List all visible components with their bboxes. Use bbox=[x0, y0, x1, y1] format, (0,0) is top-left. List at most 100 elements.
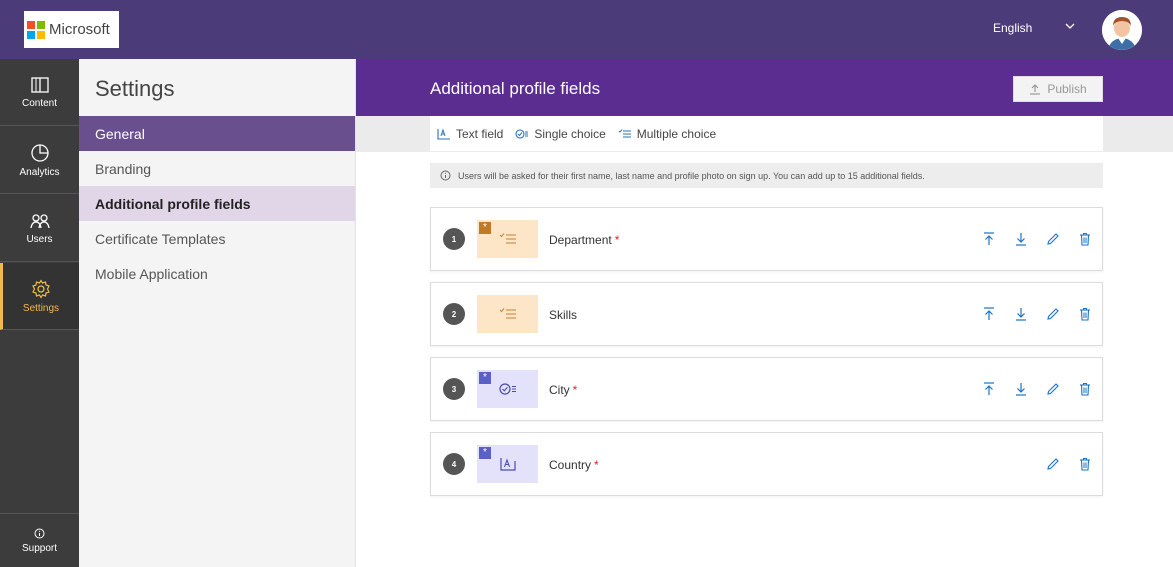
trash-icon bbox=[1080, 233, 1090, 246]
trash-icon bbox=[1080, 383, 1090, 396]
nav-item-label: Settings bbox=[22, 302, 60, 314]
publish-button[interactable]: Publish bbox=[1013, 76, 1103, 102]
pencil-icon bbox=[1047, 308, 1059, 320]
field-label: Department * bbox=[549, 233, 619, 247]
delete-button[interactable] bbox=[1077, 306, 1093, 322]
nav-item-label: Users bbox=[26, 233, 53, 245]
move-down-button[interactable] bbox=[1013, 381, 1029, 397]
top-bar: Microsoft English bbox=[0, 0, 1173, 59]
gear-icon bbox=[32, 278, 50, 299]
single-choice-label: Single choice bbox=[534, 126, 606, 141]
info-banner: Users will be asked for their first name… bbox=[430, 163, 1103, 188]
settings-item-additional-profile-fields[interactable]: Additional profile fields bbox=[79, 186, 355, 221]
field-number: 3 bbox=[443, 378, 465, 400]
move-top-icon bbox=[984, 307, 994, 320]
publish-label: Publish bbox=[1047, 82, 1087, 96]
pencil-icon bbox=[1047, 458, 1059, 470]
multiple-choice-icon bbox=[499, 233, 516, 244]
logo-text: Microsoft bbox=[49, 21, 110, 38]
multiple-choice-icon bbox=[618, 128, 631, 137]
settings-item-certificate-templates[interactable]: Certificate Templates bbox=[79, 221, 355, 256]
chevron-down-icon[interactable] bbox=[1064, 20, 1076, 35]
move-top-button[interactable] bbox=[981, 306, 997, 322]
move-top-icon bbox=[984, 382, 994, 395]
edit-button[interactable] bbox=[1045, 231, 1061, 247]
nav-item-analytics[interactable]: Analytics bbox=[0, 127, 79, 194]
edit-button[interactable] bbox=[1045, 306, 1061, 322]
field-name: Department bbox=[549, 233, 612, 247]
add-multiple-choice-button[interactable]: Multiple choice bbox=[618, 127, 716, 141]
settings-item-mobile-application[interactable]: Mobile Application bbox=[79, 256, 355, 291]
language-selector[interactable]: English bbox=[993, 21, 1032, 35]
field-label: Country * bbox=[549, 458, 599, 472]
text-field-label: Text field bbox=[456, 126, 504, 141]
required-marker: * bbox=[594, 458, 599, 472]
field-number: 1 bbox=[443, 228, 465, 250]
users-icon bbox=[29, 213, 50, 228]
delete-button[interactable] bbox=[1077, 381, 1093, 397]
info-text: Users will be asked for their first name… bbox=[458, 170, 925, 181]
settings-title: Settings bbox=[95, 76, 175, 101]
info-icon bbox=[440, 170, 451, 181]
field-label: City * bbox=[549, 383, 577, 397]
single-choice-icon bbox=[498, 383, 516, 395]
delete-button[interactable] bbox=[1077, 456, 1093, 472]
profile-field-card[interactable]: 4 * Country * bbox=[430, 432, 1103, 496]
edit-button[interactable] bbox=[1045, 381, 1061, 397]
microsoft-logo[interactable]: Microsoft bbox=[24, 11, 119, 48]
profile-field-card[interactable]: 1 * Department * bbox=[430, 207, 1103, 271]
page-title: Additional profile fields bbox=[430, 79, 601, 98]
nav-item-label: Content bbox=[21, 97, 58, 109]
move-down-icon bbox=[1016, 383, 1026, 396]
multiple-choice-label: Multiple choice bbox=[636, 126, 717, 141]
move-down-button[interactable] bbox=[1013, 306, 1029, 322]
pie-chart-icon bbox=[30, 143, 49, 162]
move-down-icon bbox=[1016, 308, 1026, 321]
trash-icon bbox=[1080, 458, 1090, 471]
upload-icon bbox=[1030, 84, 1041, 95]
required-star-icon: * bbox=[479, 372, 491, 384]
text-field-icon bbox=[499, 458, 516, 471]
info-icon bbox=[34, 528, 45, 538]
move-down-icon bbox=[1016, 233, 1026, 246]
nav-item-settings[interactable]: Settings bbox=[0, 263, 79, 330]
add-single-choice-button[interactable]: Single choice bbox=[515, 126, 606, 141]
move-down-button[interactable] bbox=[1013, 231, 1029, 247]
support-label: Support bbox=[21, 542, 58, 554]
settings-item-branding[interactable]: Branding bbox=[79, 151, 355, 186]
settings-panel: Settings General Branding Additional pro… bbox=[79, 59, 356, 567]
field-number: 4 bbox=[443, 453, 465, 475]
settings-item-general[interactable]: General bbox=[79, 116, 355, 151]
microsoft-logo-icon bbox=[27, 20, 45, 39]
book-icon bbox=[30, 76, 49, 93]
user-avatar[interactable] bbox=[1102, 10, 1142, 50]
field-type-tile: * bbox=[477, 445, 538, 483]
move-top-button[interactable] bbox=[981, 381, 997, 397]
field-name: City bbox=[549, 383, 570, 397]
profile-field-card[interactable]: 2 Skills bbox=[430, 282, 1103, 346]
edit-button[interactable] bbox=[1045, 456, 1061, 472]
required-marker: * bbox=[572, 383, 578, 397]
nav-item-content[interactable]: Content bbox=[0, 59, 79, 126]
pencil-icon bbox=[1047, 383, 1059, 395]
nav-item-users[interactable]: Users bbox=[0, 195, 79, 262]
profile-field-card[interactable]: 3 * City * bbox=[430, 357, 1103, 421]
left-nav: Content Analytics Users Settings Support bbox=[0, 59, 79, 567]
delete-button[interactable] bbox=[1077, 231, 1093, 247]
field-name: Skills bbox=[549, 308, 578, 322]
required-marker: * bbox=[614, 233, 620, 247]
main-header: Additional profile fields Publish bbox=[356, 59, 1173, 116]
field-type-toolbar: Text field Single choice Multiple choice bbox=[430, 116, 1103, 151]
move-top-button[interactable] bbox=[981, 231, 997, 247]
single-choice-icon bbox=[515, 128, 529, 139]
required-star-icon: * bbox=[479, 222, 491, 234]
move-top-icon bbox=[984, 232, 994, 245]
pencil-icon bbox=[1047, 233, 1059, 245]
field-name: Country bbox=[549, 458, 592, 472]
text-field-icon bbox=[437, 127, 450, 140]
field-label: Skills bbox=[549, 308, 580, 322]
add-text-field-button[interactable]: Text field bbox=[437, 127, 503, 141]
field-number: 2 bbox=[443, 303, 465, 325]
nav-support[interactable]: Support bbox=[0, 513, 79, 567]
trash-icon bbox=[1080, 308, 1090, 321]
